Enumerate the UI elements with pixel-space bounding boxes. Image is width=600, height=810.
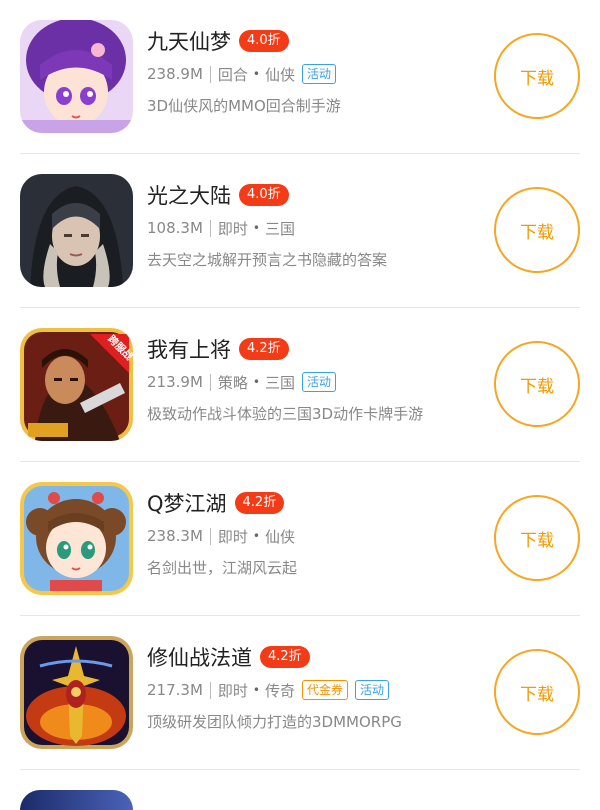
app-name[interactable]: 九天仙梦 — [147, 26, 231, 56]
next-app-icon[interactable] — [20, 790, 133, 810]
divider — [209, 681, 211, 699]
dot-separator: • — [252, 221, 260, 235]
app-name[interactable]: 我有上将 — [147, 334, 231, 364]
discount-badge: 4.2折 — [260, 646, 310, 668]
activity-tag: 活动 — [302, 64, 337, 84]
title-row: Q梦江湖 4.2折 — [147, 488, 285, 518]
discount-badge: 4.2折 — [234, 492, 285, 514]
title-row: 我有上将 4.2折 — [147, 334, 289, 364]
game-list: 九天仙梦 4.0折 238.9M 回合 • 仙侠 活动 3D仙侠风的MMO回合制… — [0, 0, 600, 770]
app-size: 108.3M — [147, 219, 203, 237]
voucher-tag: 代金券 — [302, 680, 349, 700]
app-genre: 仙侠 — [264, 527, 295, 546]
activity-tag: 活动 — [302, 372, 337, 392]
title-row: 光之大陆 4.0折 — [147, 180, 289, 210]
discount-badge: 4.0折 — [239, 30, 289, 52]
app-genre: 仙侠 — [264, 65, 295, 84]
download-button[interactable]: 下载 — [494, 495, 580, 581]
app-type: 即时 — [217, 681, 248, 700]
three-kingdoms-general-icon[interactable]: 跨服战 — [20, 328, 133, 441]
chibi-girl-icon[interactable] — [20, 482, 133, 595]
app-type: 回合 — [217, 65, 248, 84]
meta-row: 217.3M 即时 • 传奇 代金券 活动 — [147, 678, 390, 702]
app-name[interactable]: Q梦江湖 — [147, 488, 227, 518]
app-description: 顶级研发团队倾力打造的3DMMORPG — [147, 713, 402, 731]
app-size: 238.9M — [147, 65, 203, 83]
app-type: 策略 — [217, 373, 248, 392]
app-size: 238.3M — [147, 527, 203, 545]
dot-separator: • — [252, 375, 260, 389]
meta-row: 238.9M 回合 • 仙侠 活动 — [147, 62, 337, 86]
app-size: 213.9M — [147, 373, 203, 391]
list-item[interactable]: Q梦江湖 4.2折 238.3M 即时 • 仙侠 名剑出世，江湖风云起 下载 — [20, 462, 580, 616]
app-name[interactable]: 修仙战法道 — [147, 642, 252, 672]
app-genre: 传奇 — [264, 681, 295, 700]
discount-badge: 4.2折 — [239, 338, 289, 360]
app-type: 即时 — [217, 219, 248, 238]
app-description: 极致动作战斗体验的三国3D动作卡牌手游 — [147, 405, 424, 423]
download-button[interactable]: 下载 — [494, 187, 580, 273]
hooded-warrior-icon[interactable] — [20, 174, 133, 287]
download-button[interactable]: 下载 — [494, 33, 580, 119]
list-item[interactable]: 九天仙梦 4.0折 238.9M 回合 • 仙侠 活动 3D仙侠风的MMO回合制… — [20, 0, 580, 154]
golden-sword-emblem-icon[interactable] — [20, 636, 133, 749]
dot-separator: • — [252, 683, 260, 697]
meta-row: 238.3M 即时 • 仙侠 — [147, 524, 295, 548]
download-button[interactable]: 下载 — [494, 649, 580, 735]
list-item[interactable]: 跨服战 我有上将 4.2折 213.9M 策略 • 三国 活动 极致动作战斗体验… — [20, 308, 580, 462]
list-item[interactable]: 光之大陆 4.0折 108.3M 即时 • 三国 去天空之城解开预言之书隐藏的答… — [20, 154, 580, 308]
app-description: 3D仙侠风的MMO回合制手游 — [147, 97, 341, 115]
app-genre: 三国 — [264, 373, 295, 392]
title-row: 九天仙梦 4.0折 — [147, 26, 289, 56]
app-description: 去天空之城解开预言之书隐藏的答案 — [147, 251, 388, 269]
list-item[interactable]: 修仙战法道 4.2折 217.3M 即时 • 传奇 代金券 活动 顶级研发团队倾… — [20, 616, 580, 770]
dot-separator: • — [252, 67, 260, 81]
app-genre: 三国 — [264, 219, 295, 238]
meta-row: 213.9M 策略 • 三国 活动 — [147, 370, 337, 394]
divider — [209, 373, 211, 391]
divider — [209, 527, 211, 545]
divider — [209, 219, 211, 237]
title-row: 修仙战法道 4.2折 — [147, 642, 310, 672]
divider — [209, 65, 211, 83]
meta-row: 108.3M 即时 • 三国 — [147, 216, 295, 240]
app-description: 名剑出世，江湖风云起 — [147, 559, 298, 577]
activity-tag: 活动 — [355, 680, 390, 700]
app-size: 217.3M — [147, 681, 203, 699]
dot-separator: • — [252, 529, 260, 543]
discount-badge: 4.0折 — [239, 184, 289, 206]
app-type: 即时 — [217, 527, 248, 546]
download-button[interactable]: 下载 — [494, 341, 580, 427]
anime-girl-purple-hair-icon[interactable] — [20, 20, 133, 133]
app-name[interactable]: 光之大陆 — [147, 180, 231, 210]
